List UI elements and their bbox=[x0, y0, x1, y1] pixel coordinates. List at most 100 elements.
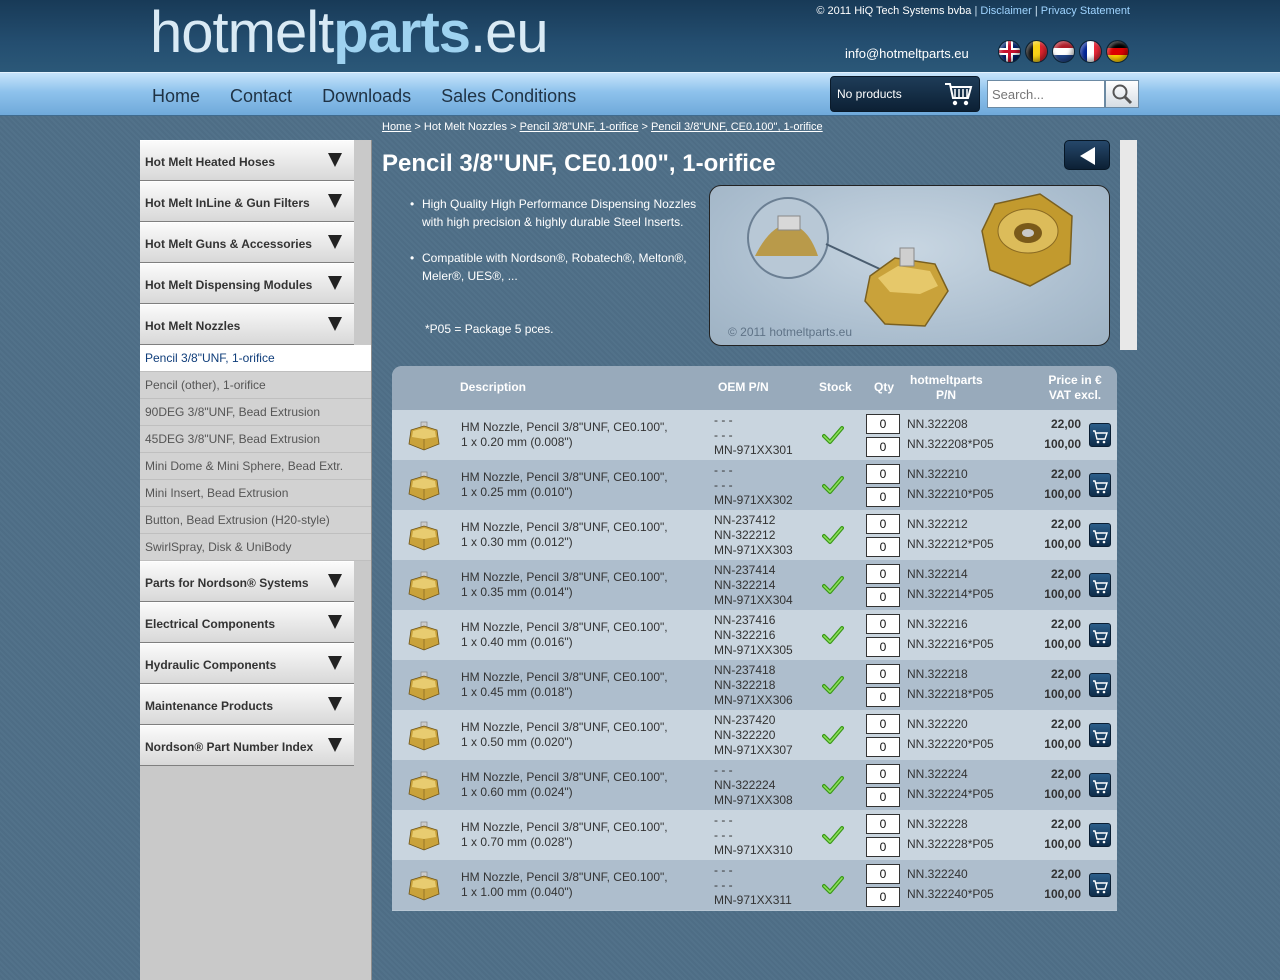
category-dispensing-modules[interactable]: Hot Melt Dispensing Modules bbox=[140, 263, 354, 304]
nav-home[interactable]: Home bbox=[152, 86, 200, 107]
prices: 22,00 100,00 bbox=[1044, 564, 1081, 604]
part-number-package: NN.322214*P05 bbox=[907, 587, 994, 601]
privacy-link[interactable]: Privacy Statement bbox=[1041, 5, 1130, 17]
qty-package-input[interactable] bbox=[866, 787, 900, 807]
add-to-cart-button[interactable] bbox=[1089, 773, 1111, 797]
in-stock-check-icon bbox=[822, 526, 844, 544]
flag-netherlands-icon[interactable] bbox=[1052, 40, 1075, 63]
qty-single-input[interactable] bbox=[866, 714, 900, 734]
oem-line2: NN-322218 bbox=[714, 678, 776, 692]
add-to-cart-button[interactable] bbox=[1089, 873, 1111, 897]
qty-single-input[interactable] bbox=[866, 664, 900, 684]
subcategory-pencil-3-8-unf[interactable]: Pencil 3/8"UNF, 1-orifice bbox=[140, 345, 371, 372]
flag-germany-icon[interactable] bbox=[1106, 40, 1129, 63]
add-to-cart-button[interactable] bbox=[1089, 523, 1111, 547]
category-nordson-index[interactable]: Nordson® Part Number Index bbox=[140, 725, 354, 766]
oem-part-numbers: - - -- - - MN-971XX311 bbox=[714, 863, 792, 908]
oem-part-numbers: NN-237420 NN-322220 MN-971XX307 bbox=[714, 713, 793, 758]
shopping-cart-icon bbox=[945, 83, 973, 106]
nav-contact[interactable]: Contact bbox=[230, 86, 292, 107]
qty-single-input[interactable] bbox=[866, 564, 900, 584]
table-row: HM Nozzle, Pencil 3/8"UNF, CE0.100", 1 x … bbox=[392, 860, 1117, 910]
subcategory-mini-insert[interactable]: Mini Insert, Bead Extrusion bbox=[140, 480, 371, 507]
header-description: Description bbox=[460, 380, 527, 394]
category-guns-accessories[interactable]: Hot Melt Guns & Accessories bbox=[140, 222, 354, 263]
search-input[interactable] bbox=[987, 80, 1105, 108]
category-nozzles[interactable]: Hot Melt Nozzles bbox=[140, 304, 354, 345]
category-heated-hoses[interactable]: Hot Melt Heated Hoses bbox=[140, 140, 354, 181]
qty-package-input[interactable] bbox=[866, 737, 900, 757]
breadcrumb-subcategory[interactable]: Pencil 3/8"UNF, 1-orifice bbox=[520, 121, 639, 133]
nav-downloads[interactable]: Downloads bbox=[322, 86, 411, 107]
cart-summary[interactable]: No products bbox=[830, 76, 980, 112]
add-to-cart-button[interactable] bbox=[1089, 823, 1111, 847]
flag-france-icon[interactable] bbox=[1079, 40, 1102, 63]
add-to-cart-button[interactable] bbox=[1089, 573, 1111, 597]
add-to-cart-button[interactable] bbox=[1089, 423, 1111, 447]
cart-icon bbox=[1093, 830, 1108, 844]
qty-package-input[interactable] bbox=[866, 437, 900, 457]
qty-single-input[interactable] bbox=[866, 614, 900, 634]
subcategory-button[interactable]: Button, Bead Extrusion (H20-style) bbox=[140, 507, 371, 534]
flag-uk-icon[interactable] bbox=[998, 40, 1021, 63]
category-hydraulic[interactable]: Hydraulic Components bbox=[140, 643, 354, 684]
qty-package-input[interactable] bbox=[866, 487, 900, 507]
breadcrumb-home[interactable]: Home bbox=[382, 121, 411, 133]
breadcrumb-current[interactable]: Pencil 3/8"UNF, CE0.100", 1-orifice bbox=[651, 121, 823, 133]
price-single: 22,00 bbox=[1050, 667, 1081, 681]
qty-package-input[interactable] bbox=[866, 837, 900, 857]
qty-package-input[interactable] bbox=[866, 537, 900, 557]
oem-line1: NN-237414 bbox=[714, 563, 776, 577]
in-stock-check-icon bbox=[822, 876, 844, 894]
qty-single-input[interactable] bbox=[866, 814, 900, 834]
category-inline-gun-filters[interactable]: Hot Melt InLine & Gun Filters bbox=[140, 181, 354, 222]
qty-single-input[interactable] bbox=[866, 764, 900, 784]
item-description: HM Nozzle, Pencil 3/8"UNF, CE0.100", 1 x … bbox=[461, 470, 668, 500]
description-line2: 1 x 0.70 mm (0.028") bbox=[461, 835, 573, 849]
in-stock-check-icon bbox=[822, 576, 844, 594]
subcategory-90deg[interactable]: 90DEG 3/8"UNF, Bead Extrusion bbox=[140, 399, 371, 426]
oem-line2: - - - bbox=[714, 878, 733, 892]
contact-email[interactable]: info@hotmeltparts.eu bbox=[845, 46, 969, 61]
nozzle-photo-icon bbox=[747, 193, 1073, 327]
qty-single-input[interactable] bbox=[866, 464, 900, 484]
subcategory-pencil-other[interactable]: Pencil (other), 1-orifice bbox=[140, 372, 371, 399]
subcategory-45deg[interactable]: 45DEG 3/8"UNF, Bead Extrusion bbox=[140, 426, 371, 453]
flag-belgium-icon[interactable] bbox=[1025, 40, 1048, 63]
prices: 22,00 100,00 bbox=[1044, 464, 1081, 504]
add-to-cart-button[interactable] bbox=[1089, 723, 1111, 747]
qty-single-input[interactable] bbox=[866, 414, 900, 434]
subcategory-mini-dome[interactable]: Mini Dome & Mini Sphere, Bead Extr. bbox=[140, 453, 371, 480]
search-button[interactable] bbox=[1105, 80, 1139, 108]
oem-line3: MN-971XX307 bbox=[714, 743, 793, 757]
part-number-package: NN.322210*P05 bbox=[907, 487, 994, 501]
qty-package-input[interactable] bbox=[866, 887, 900, 907]
category-electrical[interactable]: Electrical Components bbox=[140, 602, 354, 643]
category-nordson-parts[interactable]: Parts for Nordson® Systems bbox=[140, 561, 354, 602]
triangle-down-icon bbox=[328, 697, 342, 711]
qty-single-input[interactable] bbox=[866, 514, 900, 534]
subcategory-swirlspray[interactable]: SwirlSpray, Disk & UniBody bbox=[140, 534, 371, 561]
item-description: HM Nozzle, Pencil 3/8"UNF, CE0.100", 1 x … bbox=[461, 820, 668, 850]
part-number-single: NN.322228 bbox=[907, 817, 968, 831]
add-to-cart-button[interactable] bbox=[1089, 623, 1111, 647]
part-number-package: NN.322240*P05 bbox=[907, 887, 994, 901]
add-to-cart-button[interactable] bbox=[1089, 673, 1111, 697]
disclaimer-link[interactable]: Disclaimer bbox=[980, 5, 1031, 17]
image-copyright: © 2011 hotmeltparts.eu bbox=[728, 325, 853, 339]
qty-package-input[interactable] bbox=[866, 587, 900, 607]
back-button[interactable] bbox=[1064, 140, 1110, 170]
qty-package-input[interactable] bbox=[866, 637, 900, 657]
add-to-cart-button[interactable] bbox=[1089, 473, 1111, 497]
category-label: Hot Melt Dispensing Modules bbox=[145, 278, 313, 292]
category-maintenance[interactable]: Maintenance Products bbox=[140, 684, 354, 725]
qty-single-input[interactable] bbox=[866, 864, 900, 884]
table-row: HM Nozzle, Pencil 3/8"UNF, CE0.100", 1 x … bbox=[392, 760, 1117, 810]
site-logo[interactable]: hotmeltparts.eu bbox=[150, 0, 549, 65]
description-line1: HM Nozzle, Pencil 3/8"UNF, CE0.100", bbox=[461, 470, 668, 484]
nav-sales-conditions[interactable]: Sales Conditions bbox=[441, 86, 576, 107]
logo-text-parts: parts bbox=[333, 0, 471, 65]
qty-package-input[interactable] bbox=[866, 687, 900, 707]
scrollbar[interactable] bbox=[1120, 140, 1137, 350]
breadcrumb-category: Hot Melt Nozzles bbox=[423, 121, 508, 133]
